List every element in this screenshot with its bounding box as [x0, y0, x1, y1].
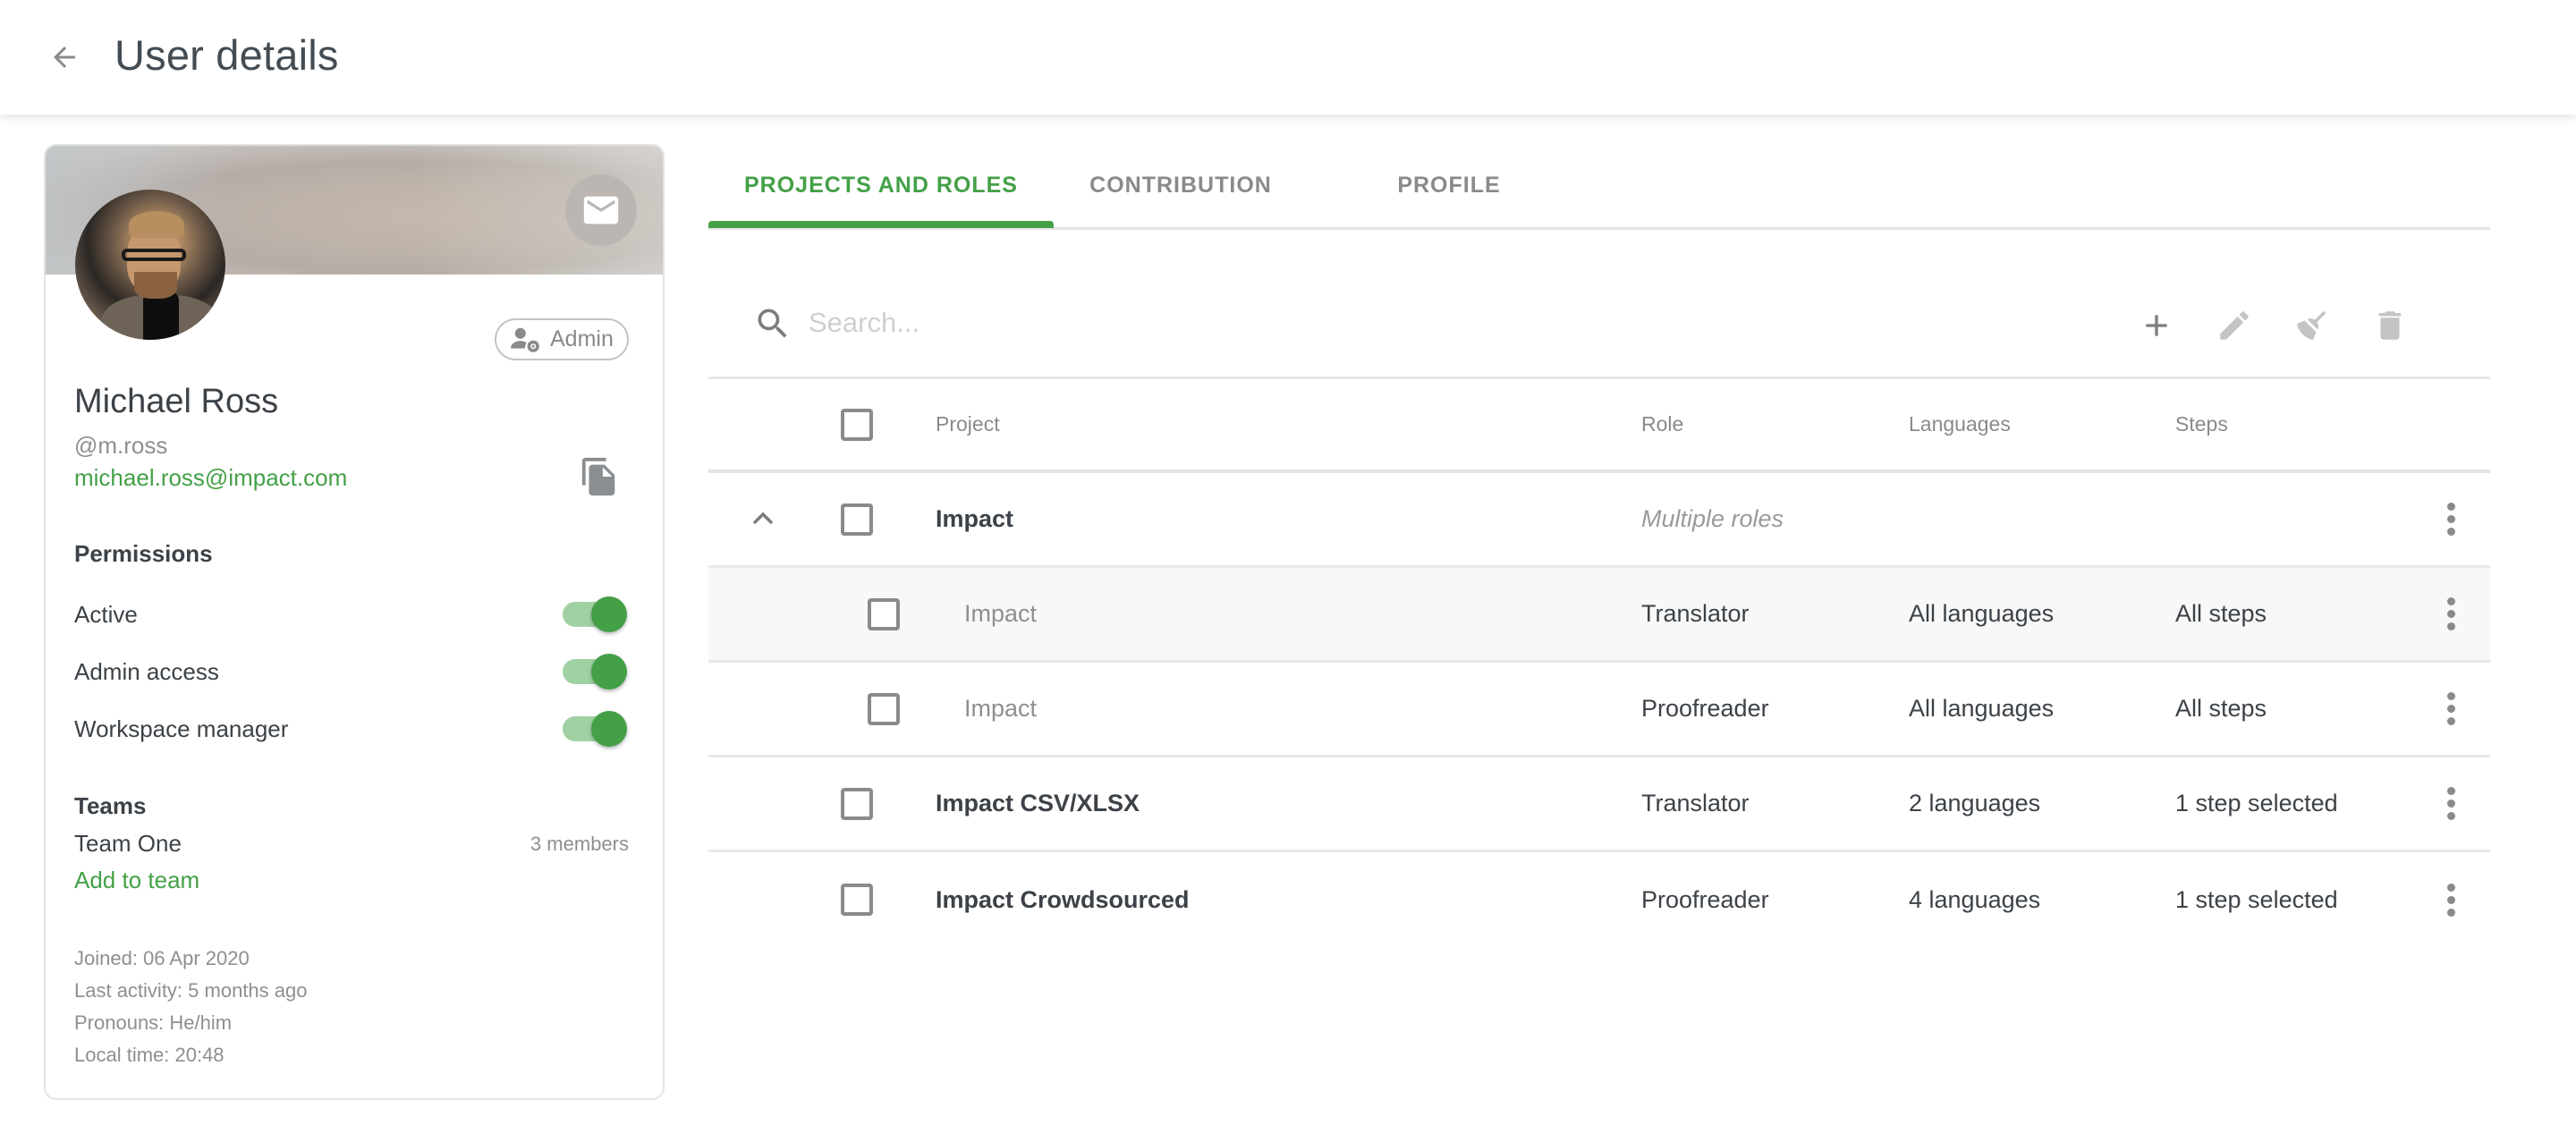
teams-heading: Teams — [74, 792, 147, 819]
more-vert-icon — [2446, 503, 2455, 511]
table-header: Project Role Languages Steps — [708, 379, 2490, 473]
row-checkbox[interactable] — [841, 884, 873, 916]
team-member-count: 3 members — [530, 832, 629, 855]
project-name: Impact — [936, 505, 1014, 532]
column-header-languages[interactable]: Languages — [1909, 379, 2011, 469]
pencil-icon — [2220, 311, 2249, 340]
copy-email-button[interactable] — [579, 455, 620, 498]
languages-cell: 2 languages — [1909, 790, 2041, 816]
role-cell: Proofreader — [1641, 885, 1769, 913]
row-menu-button[interactable] — [2435, 593, 2467, 636]
permission-label: Active — [74, 600, 138, 628]
table-row[interactable]: Impact CSV/XLSX Translator 2 languages 1… — [708, 757, 2490, 852]
table-row-child[interactable]: Impact Translator All languages All step… — [708, 568, 2490, 663]
permission-label: Admin access — [74, 657, 219, 685]
tab-bar: PROJECTS AND ROLES CONTRIBUTION PROFILE — [708, 144, 2490, 230]
delete-button[interactable] — [2365, 300, 2415, 351]
avatar — [75, 190, 225, 340]
row-checkbox[interactable] — [868, 692, 900, 725]
add-project-button[interactable] — [2131, 300, 2182, 351]
row-checkbox[interactable] — [868, 597, 900, 630]
project-name: Impact — [964, 695, 1038, 722]
plus-icon — [2146, 315, 2167, 336]
permission-active: Active — [74, 592, 629, 637]
steps-cell: 1 step selected — [2175, 885, 2338, 913]
mail-icon — [583, 196, 619, 224]
more-vert-icon — [2446, 597, 2455, 605]
more-vert-icon — [2446, 883, 2455, 892]
broom-icon — [2297, 310, 2326, 341]
permission-admin-access: Admin access — [74, 649, 629, 694]
steps-cell: All steps — [2175, 695, 2267, 722]
row-menu-button[interactable] — [2435, 688, 2467, 731]
user-full-name: Michael Ross — [74, 383, 279, 420]
user-cog-icon — [511, 327, 539, 352]
copy-icon — [581, 457, 615, 496]
languages-cell: All languages — [1909, 695, 2055, 722]
clear-button[interactable] — [2287, 300, 2337, 351]
row-menu-button[interactable] — [2435, 498, 2467, 541]
active-toggle[interactable] — [561, 595, 629, 634]
tab-projects-and-roles[interactable]: PROJECTS AND ROLES — [708, 144, 1054, 226]
steps-cell: 1 step selected — [2175, 790, 2338, 816]
last-activity: Last activity: 5 months ago — [74, 979, 308, 1002]
joined-date: Joined: 06 Apr 2020 — [74, 947, 250, 969]
row-menu-button[interactable] — [2435, 878, 2467, 921]
role-chip-admin: Admin — [495, 318, 629, 360]
tab-contribution[interactable]: CONTRIBUTION — [1054, 144, 1308, 226]
admin-access-toggle[interactable] — [561, 652, 629, 691]
top-app-bar: User details — [0, 0, 2576, 114]
role-cell: Multiple roles — [1641, 505, 1784, 532]
column-header-steps[interactable]: Steps — [2175, 379, 2228, 469]
team-name: Team One — [74, 830, 182, 857]
chevron-up-icon[interactable] — [750, 507, 776, 530]
project-name: Impact CSV/XLSX — [936, 790, 1140, 816]
languages-cell: All languages — [1909, 600, 2055, 627]
active-tab-indicator — [708, 221, 1054, 228]
user-email-link[interactable]: michael.ross@impact.com — [74, 464, 347, 492]
project-name: Impact — [964, 600, 1038, 627]
row-checkbox[interactable] — [841, 503, 873, 536]
pronouns: Pronouns: He/him — [74, 1011, 233, 1034]
user-profile-card: Admin Michael Ross @m.ross michael.ross@… — [44, 144, 665, 1100]
languages-cell: 4 languages — [1909, 885, 2041, 913]
edit-button[interactable] — [2209, 300, 2259, 351]
user-handle: @m.ross — [74, 432, 168, 459]
workspace-manager-toggle[interactable] — [561, 709, 629, 749]
select-all-checkbox[interactable] — [841, 408, 873, 441]
role-cell: Translator — [1641, 790, 1750, 816]
steps-cell: All steps — [2175, 600, 2267, 627]
table-row-child[interactable]: Impact Proofreader All languages All ste… — [708, 663, 2490, 757]
table-row-group[interactable]: Impact Multiple roles — [708, 473, 2490, 568]
trash-icon — [2378, 311, 2402, 340]
more-vert-icon — [2446, 787, 2455, 795]
projects-roles-table: Project Role Languages Steps Impact Mult… — [708, 379, 2490, 947]
table-row[interactable]: Impact Crowdsourced Proofreader 4 langua… — [708, 852, 2490, 947]
row-checkbox[interactable] — [841, 787, 873, 820]
local-time: Local time: 20:48 — [74, 1044, 225, 1066]
column-header-project[interactable]: Project — [936, 379, 1000, 469]
arrow-left-icon — [54, 47, 75, 68]
send-email-button[interactable] — [565, 174, 637, 246]
back-button[interactable] — [45, 32, 84, 82]
search-icon — [758, 309, 787, 338]
role-cell: Proofreader — [1641, 695, 1769, 722]
permission-label: Workspace manager — [74, 715, 289, 742]
column-header-role[interactable]: Role — [1641, 379, 1683, 469]
page-title: User details — [114, 31, 339, 79]
add-to-team-link[interactable]: Add to team — [74, 867, 199, 894]
search-input[interactable] — [809, 302, 1614, 343]
more-vert-icon — [2446, 692, 2455, 700]
team-item: Team One 3 members — [74, 830, 629, 858]
project-name: Impact Crowdsourced — [936, 885, 1190, 913]
table-toolbar — [708, 268, 2490, 379]
permissions-heading: Permissions — [74, 540, 213, 567]
role-chip-label: Admin — [550, 326, 614, 351]
role-cell: Translator — [1641, 600, 1750, 627]
tab-profile[interactable]: PROFILE — [1308, 144, 1590, 226]
permission-workspace-manager: Workspace manager — [74, 706, 629, 751]
row-menu-button[interactable] — [2435, 782, 2467, 825]
